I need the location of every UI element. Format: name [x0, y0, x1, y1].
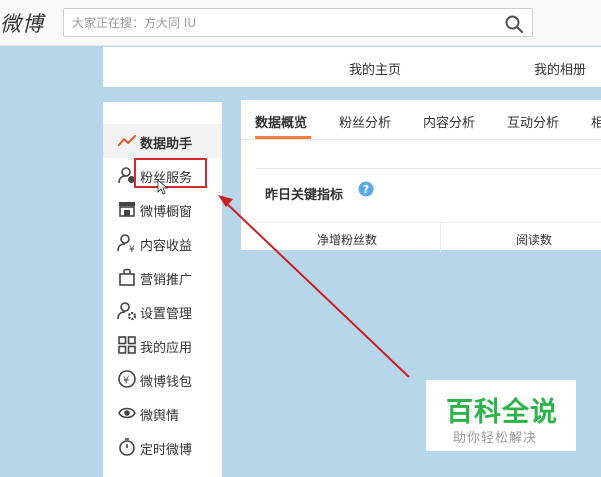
- tab-fans-analysis[interactable]: 粉丝分析: [339, 112, 391, 131]
- watermark-subtitle: 助你轻松解决: [453, 431, 538, 446]
- shop-window-icon: [119, 202, 135, 217]
- sidebar-item-my-apps[interactable]: 我的应用: [103, 328, 222, 362]
- nav-my-album[interactable]: 我的相册: [534, 59, 586, 78]
- public-opinion-icon: [118, 407, 136, 419]
- nav-my-homepage[interactable]: 我的主页: [349, 59, 401, 78]
- top-bar: 微博: [0, 0, 601, 46]
- tab-content-analysis[interactable]: 内容分析: [423, 112, 475, 131]
- sidebar-item-wallet[interactable]: ¥ 微博钱包: [103, 362, 222, 396]
- help-icon[interactable]: ?: [358, 181, 374, 197]
- metrics-col-reads: 阅读数: [516, 233, 553, 247]
- timer-icon: [119, 438, 135, 456]
- weibo-logo[interactable]: 微博: [0, 8, 44, 38]
- search-box[interactable]: [63, 8, 533, 37]
- metrics-col-net-fans: 净增粉丝数: [317, 233, 378, 247]
- user-settings-icon: [117, 302, 137, 321]
- sidebar-item-label: 数据助手: [140, 137, 193, 152]
- sidebar-item-label: 定时微博: [140, 443, 193, 458]
- watermark-title: 百科全说: [446, 397, 558, 428]
- column-divider: [440, 223, 441, 252]
- key-metrics-card: 昨日关键指标 ? 净增粉丝数 阅读数: [255, 168, 601, 252]
- sidebar-item-label: 微博橱窗: [140, 205, 193, 220]
- metrics-header-row: 净增粉丝数 阅读数: [255, 222, 601, 252]
- sidebar-item-label: 我的应用: [140, 341, 193, 356]
- content-revenue-icon: ¥: [117, 234, 135, 253]
- wallet-icon: ¥: [118, 370, 136, 388]
- sidebar-item-marketing[interactable]: 营销推广: [103, 260, 222, 294]
- svg-text:¥: ¥: [123, 376, 129, 387]
- tab-data-overview[interactable]: 数据概览: [255, 112, 307, 131]
- sidebar-item-label: 营销推广: [140, 273, 193, 288]
- sidebar-item-label: 设置管理: [140, 307, 193, 322]
- svg-text:¥: ¥: [129, 245, 135, 253]
- sidebar-item-shop-window[interactable]: 微博橱窗: [103, 192, 222, 226]
- marketing-bag-icon: [119, 268, 135, 286]
- apps-grid-icon: [118, 336, 136, 354]
- tab-bar: 数据概览 粉丝分析 内容分析 互动分析 相: [241, 100, 601, 140]
- search-input[interactable]: [64, 9, 494, 36]
- sidebar-item-public-opinion[interactable]: 微舆情: [103, 396, 222, 430]
- watermark-badge: 百科全说 助你轻松解决: [426, 380, 576, 451]
- sidebar-item-settings[interactable]: 设置管理: [103, 294, 222, 328]
- sidebar-item-label: 微舆情: [140, 409, 180, 424]
- metrics-title: 昨日关键指标: [265, 188, 344, 203]
- svg-text:?: ?: [363, 183, 369, 196]
- highlight-box: [134, 158, 207, 188]
- sidebar-item-scheduled[interactable]: 定时微博: [103, 430, 222, 464]
- sidebar-item-label: 内容收益: [140, 239, 193, 254]
- sidebar-item-data-assistant[interactable]: 数据助手: [103, 124, 222, 158]
- chart-line-icon: [118, 135, 136, 146]
- sidebar-item-content-revenue[interactable]: ¥ 内容收益: [103, 226, 222, 260]
- search-icon[interactable]: [504, 14, 524, 34]
- tab-active-indicator: [255, 136, 311, 139]
- sidebar-item-label: 微博钱包: [140, 375, 193, 390]
- tab-more[interactable]: 相: [591, 112, 601, 131]
- profile-nav: 我的主页 我的相册: [103, 47, 601, 87]
- tab-interaction-analysis[interactable]: 互动分析: [507, 112, 559, 131]
